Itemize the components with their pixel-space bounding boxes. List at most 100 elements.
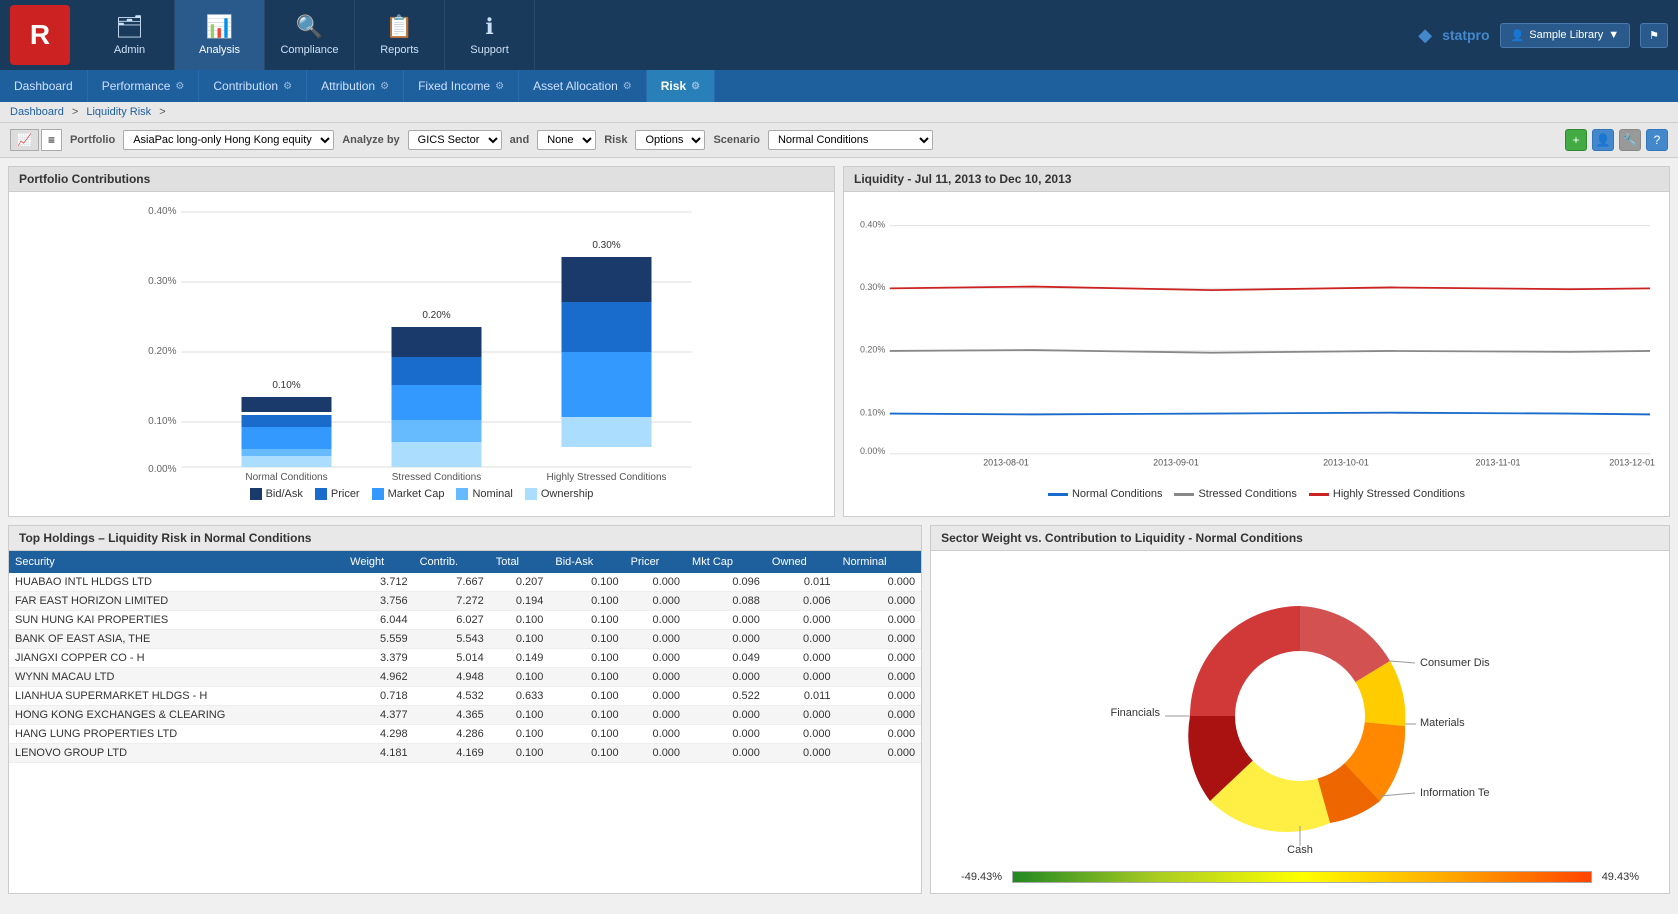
tab-fixed-income-settings-icon[interactable]: ⚙ (495, 81, 504, 92)
col-owned: Owned (766, 551, 837, 573)
tab-risk[interactable]: Risk ⚙ (647, 70, 715, 102)
tab-contribution[interactable]: Contribution ⚙ (199, 70, 307, 102)
legend-highly-stressed: Highly Stressed Conditions (1309, 488, 1465, 500)
holdings-table: Security Weight Contrib. Total Bid-Ask P… (9, 551, 921, 763)
tab-asset-allocation-settings-icon[interactable]: ⚙ (623, 81, 632, 92)
second-navigation: Dashboard Performance ⚙ Contribution ⚙ A… (0, 70, 1678, 102)
svg-text:Financials: Financials (1111, 707, 1161, 719)
legend-market-cap-color (372, 488, 384, 500)
table-row: BANK OF EAST ASIA, THE5.5595.5430.1000.1… (9, 630, 921, 649)
svg-text:0.00%: 0.00% (148, 464, 176, 475)
cell-security: JIANGXI COPPER CO - H (9, 649, 344, 668)
svg-text:2013-08-01: 2013-08-01 (983, 457, 1029, 467)
breadcrumb-liquidity-risk[interactable]: Liquidity Risk (86, 106, 151, 118)
nav-support[interactable]: ℹ Support (445, 0, 535, 70)
nav-compliance[interactable]: 🔍 Compliance (265, 0, 355, 70)
tab-asset-allocation[interactable]: Asset Allocation ⚙ (519, 70, 647, 102)
cell-value: 0.149 (490, 649, 550, 668)
and-select[interactable]: None (537, 130, 596, 150)
holdings-table-title: Top Holdings – Liquidity Risk in Normal … (9, 526, 921, 551)
col-security: Security (9, 551, 344, 573)
scale-max-label: 49.43% (1602, 871, 1639, 883)
table-view-button[interactable]: ≡ (41, 129, 62, 151)
legend-highly-stressed-label: Highly Stressed Conditions (1333, 488, 1465, 500)
line-chart-panel: Liquidity - Jul 11, 2013 to Dec 10, 2013… (843, 166, 1670, 517)
tab-risk-settings-icon[interactable]: ⚙ (691, 81, 700, 92)
legend-ownership: Ownership (525, 488, 594, 500)
legend-stressed: Stressed Conditions (1174, 488, 1296, 500)
scenario-select[interactable]: Normal Conditions Stressed Conditions Hi… (768, 130, 933, 150)
legend-stressed-line (1174, 493, 1194, 496)
svg-text:0.40%: 0.40% (860, 220, 885, 230)
breadcrumb-separator-1: > (72, 106, 81, 118)
analyze-by-select[interactable]: GICS Sector (408, 130, 502, 150)
line-chart-svg: 0.40% 0.30% 0.20% 0.10% 0.00% (854, 202, 1659, 482)
nav-analysis-label: Analysis (199, 44, 240, 56)
breadcrumb-dashboard[interactable]: Dashboard (10, 106, 64, 118)
dropdown-arrow-icon: ▼ (1608, 29, 1619, 41)
cell-value: 4.962 (344, 668, 413, 687)
bar-chart-title: Portfolio Contributions (9, 167, 834, 192)
info-button[interactable]: ? (1646, 129, 1668, 151)
bar-chart-container: 0.40% 0.30% 0.20% 0.10% 0.00% (19, 202, 824, 482)
cell-security: HONG KONG EXCHANGES & CLEARING (9, 706, 344, 725)
portfolio-select[interactable]: AsiaPac long-only Hong Kong equity (123, 130, 334, 150)
cell-value: 0.100 (549, 687, 624, 706)
svg-text:0.20%: 0.20% (860, 345, 885, 355)
tab-fixed-income[interactable]: Fixed Income ⚙ (404, 70, 519, 102)
tab-performance[interactable]: Performance ⚙ (88, 70, 200, 102)
table-row: HUABAO INTL HLDGS LTD3.7127.6670.2070.10… (9, 573, 921, 592)
cell-value: 0.000 (766, 706, 837, 725)
add-green-button[interactable]: + (1565, 129, 1587, 151)
cell-value: 0.000 (686, 668, 766, 687)
bar-chart-svg: 0.40% 0.30% 0.20% 0.10% 0.00% (19, 202, 824, 482)
col-bid-ask: Bid-Ask (549, 551, 624, 573)
col-mkt-cap: Mkt Cap (686, 551, 766, 573)
chart-view-button[interactable]: 📈 (10, 129, 39, 151)
cell-value: 0.000 (766, 611, 837, 630)
line-chart-legend: Normal Conditions Stressed Conditions Hi… (854, 482, 1659, 506)
cell-value: 5.559 (344, 630, 413, 649)
cell-value: 3.756 (344, 592, 413, 611)
tab-performance-settings-icon[interactable]: ⚙ (175, 81, 184, 92)
line-chart-area: 0.40% 0.30% 0.20% 0.10% 0.00% (844, 192, 1669, 516)
svg-text:2013-10-01: 2013-10-01 (1323, 457, 1369, 467)
legend-market-cap-label: Market Cap (388, 488, 445, 500)
svg-text:Consumer Discretionary: Consumer Discretionary (1420, 657, 1490, 669)
cell-value: 0.000 (625, 668, 686, 687)
cell-security: BANK OF EAST ASIA, THE (9, 630, 344, 649)
nav-reports[interactable]: 📋 Reports (355, 0, 445, 70)
legend-normal-line (1048, 493, 1068, 496)
cell-value: 0.000 (625, 706, 686, 725)
tab-contribution-settings-icon[interactable]: ⚙ (283, 81, 292, 92)
nav-analysis[interactable]: 📊 Analysis (175, 0, 265, 70)
tab-attribution[interactable]: Attribution ⚙ (307, 70, 404, 102)
cell-security: SUN HUNG KAI PROPERTIES (9, 611, 344, 630)
charts-row: Portfolio Contributions 0.40% 0.30% 0.20… (8, 166, 1670, 517)
cell-value: 4.181 (344, 744, 413, 763)
sample-library-label: Sample Library (1529, 29, 1603, 41)
cell-value: 0.100 (549, 744, 624, 763)
sample-library-button[interactable]: 👤 Sample Library ▼ (1500, 23, 1631, 48)
holdings-table-panel: Top Holdings – Liquidity Risk in Normal … (8, 525, 922, 894)
wrench-button[interactable]: 🔧 (1619, 129, 1641, 151)
donut-chart-panel: Sector Weight vs. Contribution to Liquid… (930, 525, 1670, 894)
cell-value: 0.000 (837, 649, 922, 668)
risk-select[interactable]: Options (635, 130, 705, 150)
table-row: FAR EAST HORIZON LIMITED3.7567.2720.1940… (9, 592, 921, 611)
tab-attribution-settings-icon[interactable]: ⚙ (380, 81, 389, 92)
cell-security: WYNN MACAU LTD (9, 668, 344, 687)
view-toggle-buttons: 📈 ≡ (10, 129, 62, 151)
nav-reports-label: Reports (380, 44, 419, 56)
cell-security: LIANHUA SUPERMARKET HLDGS - H (9, 687, 344, 706)
person-blue-button[interactable]: 👤 (1592, 129, 1614, 151)
cell-value: 0.000 (625, 611, 686, 630)
svg-text:0.30%: 0.30% (592, 240, 620, 251)
table-row: WYNN MACAU LTD4.9624.9480.1000.1000.0000… (9, 668, 921, 687)
col-norminal: Norminal (837, 551, 922, 573)
tab-attribution-label: Attribution (321, 79, 375, 93)
tab-dashboard[interactable]: Dashboard (0, 70, 88, 102)
nav-admin[interactable]: 🗂 Admin (85, 0, 175, 70)
flag-button[interactable]: ⚑ (1640, 23, 1668, 48)
toolbar-right-icons: + 👤 🔧 ? (1565, 129, 1668, 151)
